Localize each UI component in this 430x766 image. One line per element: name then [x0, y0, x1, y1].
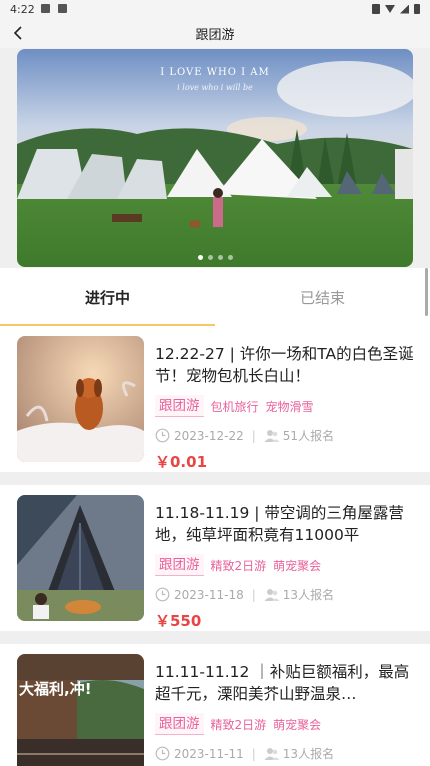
- trip-signups: 13人报名: [282, 588, 335, 602]
- trip-sub-tag: 萌宠聚会: [273, 717, 322, 732]
- trip-thumbnail: [17, 336, 144, 462]
- trip-meta: 2023-11-11 | 13人报名: [155, 745, 334, 762]
- scrollbar[interactable]: [425, 268, 428, 316]
- trip-title: 11.18-11.19 | 带空调的三角屋露营地，纯草坪面积竟有11000平: [155, 504, 404, 544]
- trip-meta: 2023-12-22 | 51人报名: [155, 427, 334, 444]
- trip-thumbnail: [17, 495, 144, 621]
- trip-title: 12.22-27 | 许你一场和TA的白色圣诞节！宠物包机长白山！: [155, 345, 414, 385]
- trip-sub-tag: 精致2日游: [210, 717, 267, 732]
- trip-signups: 51人报名: [282, 429, 335, 443]
- trip-main-tag: 跟团游: [155, 395, 204, 417]
- tab-ongoing[interactable]: 进行中: [0, 268, 215, 326]
- page-title: 跟团游: [195, 27, 235, 43]
- trip-tags: 跟团游 包机旅行 宠物滑雪: [155, 395, 314, 417]
- trip-signups: 13人报名: [282, 747, 335, 761]
- trip-card[interactable]: 大福利,冲! 11.11-11.12 ｜补贴巨额福利，最高超千元，溧阳美芥山野温…: [0, 644, 430, 766]
- wifi-icon: [385, 5, 395, 13]
- trip-sub-tag: 萌宠聚会: [273, 558, 322, 573]
- people-icon: [264, 588, 280, 601]
- system-icons: [372, 4, 420, 14]
- banner-image: [17, 49, 413, 267]
- trip-tags: 跟团游 精致2日游 萌宠聚会: [155, 554, 321, 576]
- back-icon[interactable]: [10, 24, 28, 42]
- clock-icon: [155, 587, 170, 602]
- trip-thumbnail: 大福利,冲!: [17, 654, 144, 766]
- thumbnail-caption: 大福利,冲!: [19, 680, 92, 698]
- trip-price: ￥550: [155, 612, 202, 630]
- trip-sub-tag: 包机旅行: [210, 399, 259, 414]
- status-tabs: 进行中 已结束: [0, 268, 430, 326]
- people-icon: [264, 429, 280, 442]
- carousel-dot[interactable]: [217, 255, 223, 260]
- notification-icons: [40, 3, 73, 16]
- banner-subline: i love who i will be: [177, 83, 253, 92]
- trip-date: 2023-11-18: [174, 587, 244, 602]
- divider: |: [251, 587, 256, 602]
- trip-title: 11.11-11.12 ｜补贴巨额福利，最高超千元，溧阳美芥山野温泉…: [155, 663, 410, 703]
- divider: |: [251, 746, 256, 761]
- carousel-dot[interactable]: [207, 255, 213, 260]
- trip-sub-tag: 宠物滑雪: [265, 399, 314, 414]
- tab-ended[interactable]: 已结束: [215, 268, 430, 326]
- vibrate-icon: [372, 4, 380, 14]
- trip-card[interactable]: 11.18-11.19 | 带空调的三角屋露营地，纯草坪面积竟有11000平 跟…: [0, 485, 430, 631]
- banner-headline: I LOVE WHO I AM: [160, 67, 270, 78]
- trip-price: ￥0.01: [155, 453, 208, 471]
- trip-card[interactable]: 12.22-27 | 许你一场和TA的白色圣诞节！宠物包机长白山！ 跟团游 包机…: [0, 326, 430, 472]
- trip-date: 2023-12-22: [174, 428, 244, 443]
- divider: |: [251, 428, 256, 443]
- signal-icon: [400, 4, 409, 14]
- trip-meta: 2023-11-18 | 13人报名: [155, 586, 334, 603]
- banner-carousel[interactable]: I LOVE WHO I AM i love who i will be: [17, 49, 413, 267]
- trip-main-tag: 跟团游: [155, 554, 204, 576]
- battery-icon: [414, 4, 420, 14]
- people-icon: [264, 747, 280, 760]
- top-nav: 跟团游: [0, 18, 430, 48]
- trip-sub-tag: 精致2日游: [210, 558, 267, 573]
- status-bar: 4:22: [0, 0, 430, 18]
- trip-main-tag: 跟团游: [155, 713, 204, 735]
- clock-icon: [155, 746, 170, 761]
- trip-tags: 跟团游 精致2日游 萌宠聚会: [155, 713, 321, 735]
- clock-icon: [155, 428, 170, 443]
- status-time: 4:22: [10, 2, 35, 16]
- carousel-dot[interactable]: [197, 255, 203, 260]
- trip-date: 2023-11-11: [174, 746, 244, 761]
- app-notification-icon: [58, 3, 68, 13]
- image-notification-icon: [40, 3, 50, 13]
- carousel-dot[interactable]: [227, 255, 233, 260]
- carousel-dots: [17, 255, 413, 260]
